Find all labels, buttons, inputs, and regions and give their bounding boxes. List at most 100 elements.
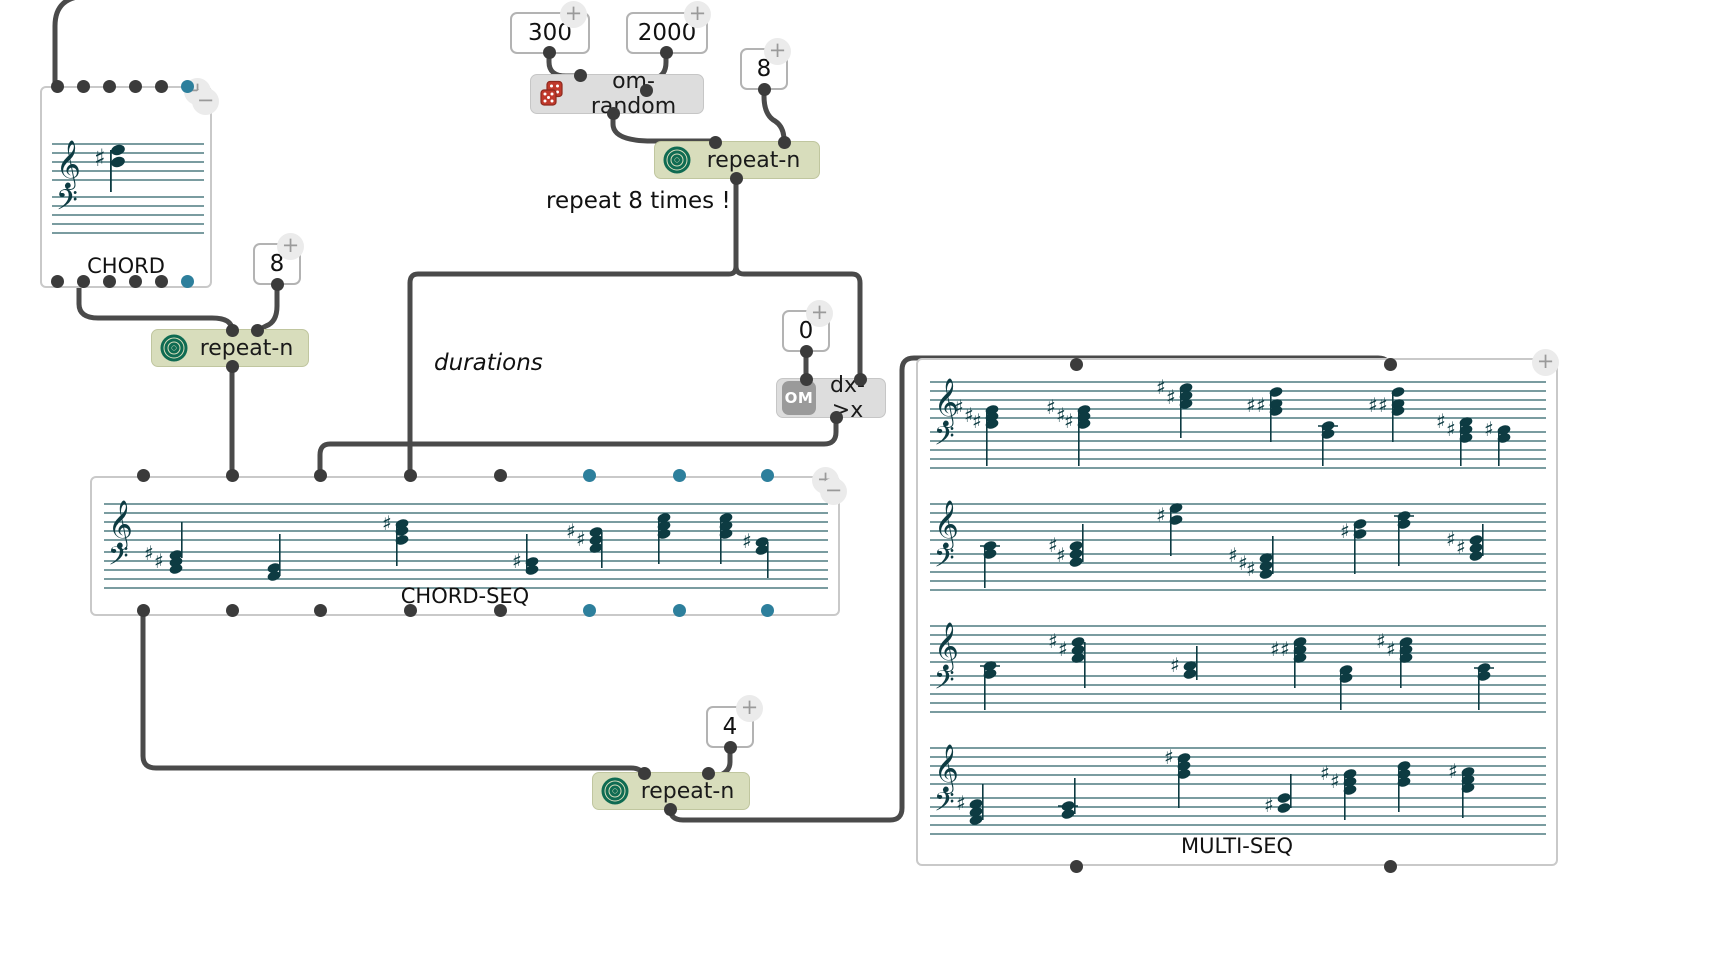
repeat-n-top-inlet-0[interactable] — [709, 136, 722, 149]
chord-seq-inlet-0[interactable] — [137, 469, 150, 482]
repeat-n-top-inlet-1[interactable] — [778, 136, 791, 149]
chord-inlet-4[interactable] — [155, 80, 168, 93]
number-box-2000-plus-badge[interactable]: + — [684, 1, 711, 28]
svg-text:♯: ♯ — [1386, 637, 1396, 661]
chord-seq-outlet-3[interactable] — [404, 604, 417, 617]
om-random-inlet-1[interactable] — [640, 84, 653, 97]
multi-seq-outlet-1[interactable] — [1384, 860, 1397, 873]
number-box-2000-outlet[interactable] — [660, 46, 673, 59]
chord-panel-minus-badge[interactable]: − — [192, 88, 219, 115]
om-random-inlet-0[interactable] — [574, 69, 587, 82]
chord-outlet-3[interactable] — [129, 275, 142, 288]
svg-text:♯: ♯ — [94, 144, 106, 172]
dx-to-x-outlet[interactable] — [830, 411, 843, 424]
multi-seq-outlet-0[interactable] — [1070, 860, 1083, 873]
svg-text:♯: ♯ — [1270, 637, 1280, 661]
repeat-times-comment: repeat 8 times ! — [546, 188, 731, 214]
number-box-300-outlet[interactable] — [543, 46, 556, 59]
chord-seq-minus-badge[interactable]: − — [820, 478, 847, 505]
chord-outlet-2[interactable] — [103, 275, 116, 288]
svg-text:♯: ♯ — [1320, 761, 1330, 785]
svg-text:♯: ♯ — [1436, 409, 1446, 433]
chord-inlet-0[interactable] — [51, 80, 64, 93]
svg-text:♯: ♯ — [576, 527, 586, 551]
number-box-4-plus-badge[interactable]: + — [736, 695, 763, 722]
number-box-4-outlet[interactable] — [724, 741, 737, 754]
svg-text:♯: ♯ — [1448, 759, 1458, 783]
durations-comment: durations — [434, 350, 543, 376]
chord-editor-panel[interactable]: 𝄞 𝄢 ♯ CHORD — [40, 86, 212, 288]
svg-text:♯: ♯ — [1246, 393, 1256, 417]
dice-icon — [536, 77, 570, 111]
chord-seq-outlet-0[interactable] — [137, 604, 150, 617]
chord-seq-editor-panel[interactable]: 𝄞 𝄢 ♯ ♯ ♯ ♯ ♯ ♯ ♯ CHORD-SEQ — [90, 476, 840, 616]
chord-outlet-0[interactable] — [51, 275, 64, 288]
chord-seq-inlet-5[interactable] — [583, 469, 596, 482]
number-box-8-top-plus-badge[interactable]: + — [764, 38, 791, 65]
number-box-8-left-plus-badge[interactable]: + — [277, 233, 304, 260]
number-box-300-plus-badge[interactable]: + — [560, 1, 587, 28]
svg-text:♯: ♯ — [954, 395, 964, 419]
chord-seq-outlet-7[interactable] — [761, 604, 774, 617]
repeat-n-top-outlet[interactable] — [730, 172, 743, 185]
svg-text:♯: ♯ — [512, 549, 522, 573]
chord-seq-outlet-1[interactable] — [226, 604, 239, 617]
chord-seq-staff: 𝄞 𝄢 ♯ ♯ ♯ ♯ ♯ ♯ ♯ — [102, 500, 830, 592]
svg-text:♯: ♯ — [1484, 417, 1494, 441]
number-box-8-left-outlet[interactable] — [271, 278, 284, 291]
svg-text:♯: ♯ — [1170, 653, 1180, 677]
repeat-n-left-inlet-0[interactable] — [226, 324, 239, 337]
chord-seq-outlet-6[interactable] — [673, 604, 686, 617]
chord-seq-inlet-3[interactable] — [404, 469, 417, 482]
dx-to-x-inlet-1[interactable] — [854, 373, 867, 386]
chord-inlet-1[interactable] — [77, 80, 90, 93]
chord-seq-inlet-7[interactable] — [761, 469, 774, 482]
multi-seq-plus-badge[interactable]: + — [1532, 349, 1559, 376]
number-box-4-value: 4 — [722, 713, 738, 740]
multi-seq-inlet-0[interactable] — [1070, 358, 1083, 371]
chord-seq-inlet-2[interactable] — [314, 469, 327, 482]
patch-canvas[interactable]: 𝄞 𝄢 ♯ CHORD + − 300 + 2000 + — [0, 0, 1726, 980]
number-box-8-top-outlet[interactable] — [758, 83, 771, 96]
chord-seq-outlet-4[interactable] — [494, 604, 507, 617]
dx-to-x-inlet-0[interactable] — [800, 373, 813, 386]
multi-seq-panel-caption: MULTI-SEQ — [1180, 834, 1294, 858]
multi-seq-editor-panel[interactable]: 𝄞 𝄢 ♯ ♯ ♯ ♯ ♯ ♯ ♯ ♯ ♯ ♯ ♯ ♯ ♯ ♯ ♯ 𝄞 𝄢 ♯ … — [916, 358, 1558, 866]
repeat-n-bottom-label: repeat-n — [640, 778, 735, 804]
svg-text:𝄢: 𝄢 — [108, 540, 129, 578]
repeat-n-bottom-outlet[interactable] — [664, 803, 677, 816]
chord-staff: 𝄞 𝄢 ♯ — [50, 140, 206, 240]
number-box-0-plus-badge[interactable]: + — [806, 300, 833, 327]
chord-seq-outlet-2[interactable] — [314, 604, 327, 617]
svg-text:♯: ♯ — [1064, 409, 1074, 433]
svg-text:♯: ♯ — [1058, 637, 1068, 661]
chord-inlet-3[interactable] — [129, 80, 142, 93]
chord-outlet-1[interactable] — [77, 275, 90, 288]
svg-text:♯: ♯ — [1456, 535, 1466, 559]
chord-seq-inlet-4[interactable] — [494, 469, 507, 482]
chord-outlet-5[interactable] — [181, 275, 194, 288]
svg-text:♯: ♯ — [1256, 393, 1266, 417]
om-random-label: om-random — [590, 69, 677, 119]
chord-seq-outlet-5[interactable] — [583, 604, 596, 617]
repeat-n-left-inlet-1[interactable] — [251, 324, 264, 337]
repeat-n-left-outlet[interactable] — [226, 360, 239, 373]
repeat-n-top-label: repeat-n — [706, 147, 801, 173]
multi-seq-system-1: 𝄞 𝄢 ♯ ♯ ♯ ♯ ♯ ♯ ♯ ♯ ♯ ♯ ♯ ♯ ♯ ♯ ♯ — [928, 378, 1548, 470]
om-random-outlet[interactable] — [607, 107, 620, 120]
svg-text:♯: ♯ — [1246, 557, 1256, 581]
chord-inlet-2[interactable] — [103, 80, 116, 93]
number-box-0-outlet[interactable] — [800, 345, 813, 358]
chord-inlet-5[interactable] — [181, 80, 194, 93]
svg-text:𝄢: 𝄢 — [934, 786, 955, 824]
svg-text:♯: ♯ — [1228, 543, 1238, 567]
multi-seq-inlet-1[interactable] — [1384, 358, 1397, 371]
repeat-n-left-label: repeat-n — [199, 335, 294, 361]
repeat-n-bottom-inlet-1[interactable] — [702, 767, 715, 780]
chord-seq-inlet-6[interactable] — [673, 469, 686, 482]
chord-seq-inlet-1[interactable] — [226, 469, 239, 482]
svg-text:♯: ♯ — [1056, 543, 1066, 567]
repeat-n-bottom-inlet-0[interactable] — [638, 767, 651, 780]
multi-seq-system-3: 𝄞 𝄢 ♯ ♯ ♯ ♯ ♯ ♯ ♯ — [928, 622, 1548, 714]
chord-outlet-4[interactable] — [155, 275, 168, 288]
